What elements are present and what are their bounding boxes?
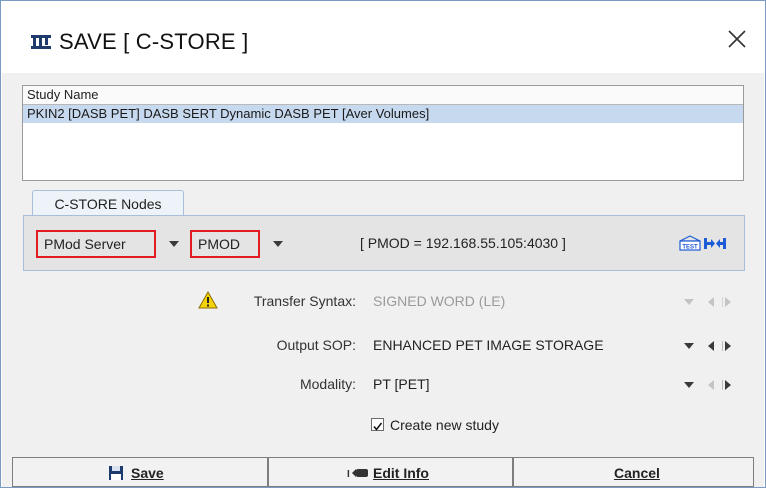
create-new-study-checkbox[interactable] [371, 418, 384, 431]
svg-text:TEST: TEST [682, 245, 698, 251]
edit-info-button[interactable]: I Edit Info [268, 457, 513, 487]
cancel-button[interactable]: Cancel [513, 457, 754, 487]
test-connection-icon[interactable]: TEST [678, 234, 728, 252]
output-sop-value[interactable]: ENHANCED PET IMAGE STORAGE [373, 337, 604, 353]
server-select[interactable]: PMod Server [36, 230, 156, 258]
svg-text:I: I [347, 469, 350, 480]
save-dialog: SAVE [ C-STORE ] Study Name PKIN2 [DASB … [0, 0, 766, 488]
window-title: SAVE [ C-STORE ] [59, 29, 249, 54]
chevron-down-icon[interactable] [272, 239, 284, 249]
node-address: [ PMOD = 192.168.55.105:4030 ] [360, 235, 566, 251]
chevron-down-icon[interactable] [684, 380, 694, 390]
dialog-body: Study Name PKIN2 [DASB PET] DASB SERT Dy… [2, 73, 764, 487]
button-bar: Save I Edit Info Cancel [2, 457, 764, 487]
next-icon[interactable] [722, 341, 732, 351]
title-bar: SAVE [ C-STORE ] [1, 1, 765, 71]
edit-tag-icon: I [347, 469, 368, 480]
checkmark-icon [373, 422, 383, 431]
edit-info-button-label: Edit Info [373, 465, 429, 481]
previous-icon[interactable] [706, 297, 716, 307]
study-name-column-header[interactable]: Study Name [23, 86, 743, 105]
node-select[interactable]: PMOD [190, 230, 260, 258]
study-list[interactable]: Study Name PKIN2 [DASB PET] DASB SERT Dy… [22, 85, 744, 181]
cancel-button-label: Cancel [614, 465, 660, 481]
tab-c-store-nodes[interactable]: C-STORE Nodes [32, 190, 184, 216]
close-icon[interactable] [725, 27, 749, 51]
previous-icon[interactable] [706, 380, 716, 390]
warning-icon [198, 291, 218, 309]
chevron-down-icon[interactable] [168, 239, 180, 249]
next-icon[interactable] [722, 297, 732, 307]
modality-value[interactable]: PT [PET] [373, 376, 430, 392]
study-list-item[interactable]: PKIN2 [DASB PET] DASB SERT Dynamic DASB … [23, 105, 743, 123]
next-icon[interactable] [722, 380, 732, 390]
c-store-nodes-panel: PMod Server PMOD [ PMOD = 192.168.55.105… [23, 215, 745, 271]
save-button-label: Save [131, 465, 164, 481]
previous-icon[interactable] [706, 341, 716, 351]
save-button[interactable]: Save [12, 457, 268, 487]
chevron-down-icon[interactable] [684, 297, 694, 307]
output-sop-label: Output SOP: [276, 337, 356, 353]
create-new-study-label: Create new study [390, 417, 499, 433]
floppy-disk-icon [109, 466, 123, 480]
transfer-syntax-value[interactable]: SIGNED WORD (LE) [373, 293, 505, 309]
pmod-logo-icon [31, 35, 51, 49]
chevron-down-icon[interactable] [684, 341, 694, 351]
modality-label: Modality: [299, 376, 356, 392]
transfer-syntax-label: Transfer Syntax: [253, 293, 356, 309]
